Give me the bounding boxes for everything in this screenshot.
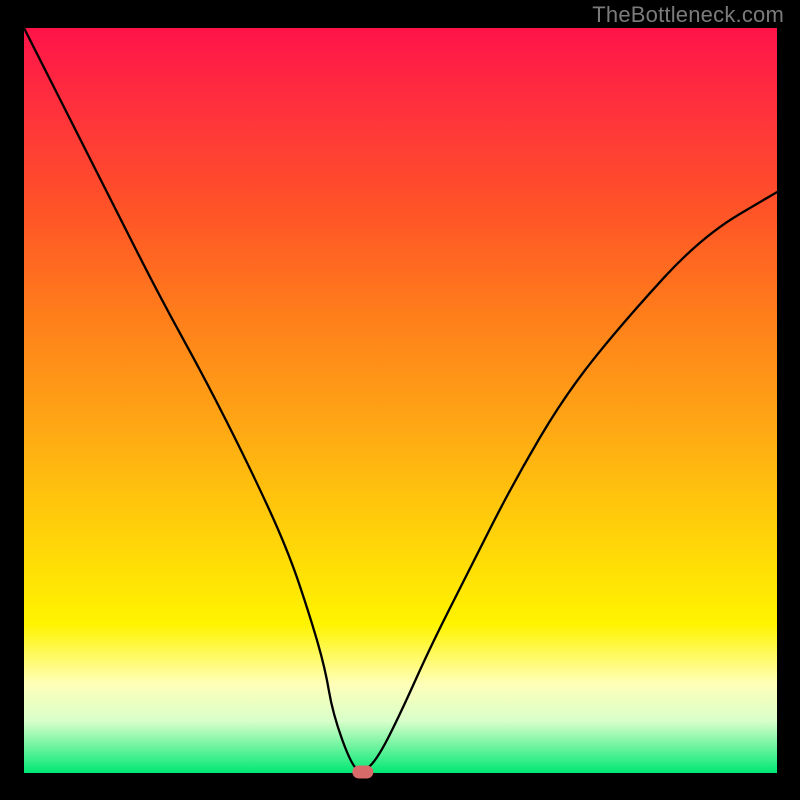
min-marker [353, 766, 373, 778]
curve-svg [24, 28, 777, 773]
watermark-text: TheBottleneck.com [592, 2, 784, 28]
plot-area [24, 28, 777, 773]
chart-frame: TheBottleneck.com [0, 0, 800, 800]
bottleneck-curve [24, 28, 800, 771]
